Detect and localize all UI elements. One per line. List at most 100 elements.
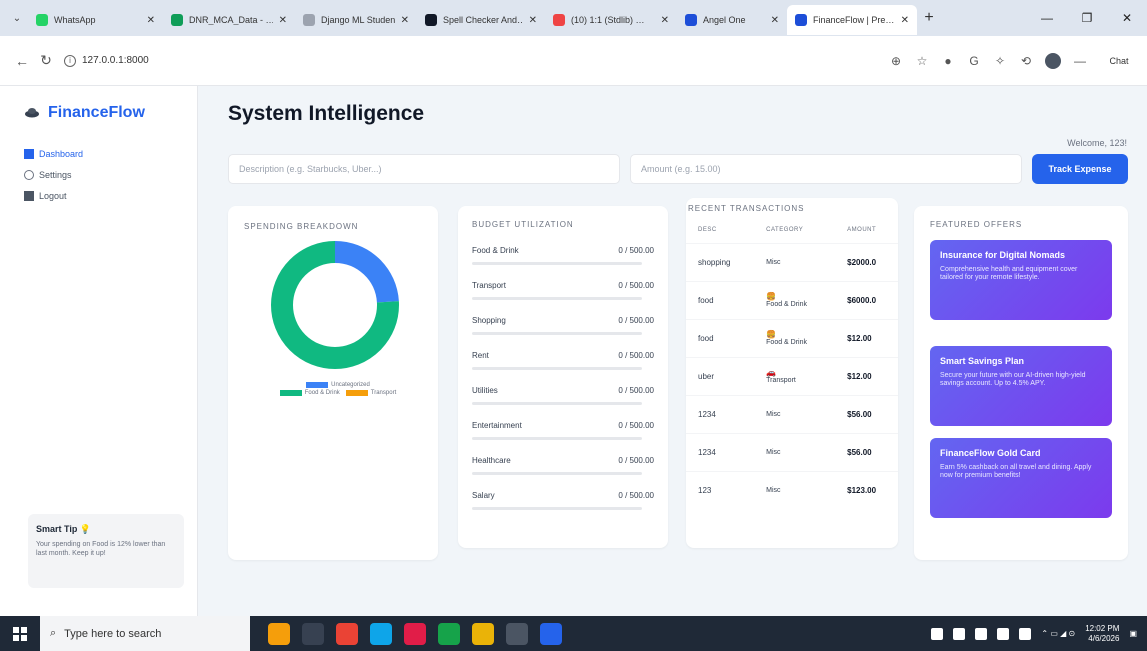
new-tab-button[interactable]: +	[917, 9, 941, 27]
browser-tab[interactable]: Angel One ✕	[677, 5, 787, 35]
app-icon[interactable]	[438, 622, 460, 645]
table-row[interactable]: shopping Misc $2000.0	[686, 243, 898, 282]
smart-tip-title: Smart Tip 💡	[36, 524, 92, 534]
close-icon[interactable]: ✕	[1107, 0, 1147, 36]
edge-icon[interactable]	[370, 622, 392, 645]
settings-tray-icon[interactable]	[1019, 627, 1032, 640]
offer-description: Comprehensive health and equipment cover…	[940, 266, 1078, 281]
meet-icon[interactable]	[975, 627, 988, 640]
sidebar-item-settings[interactable]: Settings	[24, 167, 83, 183]
budget-progress-bar	[472, 472, 642, 475]
app-launcher-icon[interactable]	[540, 622, 562, 645]
legend-item[interactable]: Transport	[345, 390, 396, 396]
network-icon[interactable]: ⌃ ▭ ◢ ⊙	[1041, 629, 1075, 638]
browser-tab[interactable]: (10) 1:1 (Stdlib) … ✕	[545, 5, 677, 35]
camera-icon[interactable]	[953, 627, 966, 640]
puzzle-icon[interactable]: ✧	[993, 54, 1007, 68]
budget-category: Transport	[472, 281, 506, 290]
browser-tab[interactable]: FinanceFlow | Pre… ✕	[787, 5, 917, 35]
track-expense-button[interactable]: Track Expense	[1032, 154, 1128, 184]
sidebar-item-logout[interactable]: Logout	[24, 188, 83, 204]
transaction-category-cell: Misc	[754, 395, 836, 434]
offer-card[interactable]: Smart Savings Plan Secure your future wit…	[930, 346, 1112, 426]
transaction-amount: $56.00	[835, 433, 898, 472]
taskbar-search[interactable]: ⌕ Type here to search	[40, 616, 250, 651]
offer-title: FinanceFlow Gold Card	[940, 448, 1041, 458]
table-row[interactable]: 123 Misc $123.00	[686, 471, 898, 510]
browser-tab[interactable]: Spell Checker And… ✕	[417, 5, 545, 35]
recent-transactions-card: RECENT TRANSACTIONS DESC CATEGORY AMOUNT…	[686, 198, 898, 548]
tab-close-icon[interactable]: ✕	[901, 15, 909, 26]
amount-input[interactable]	[630, 154, 1022, 184]
weather-icon[interactable]	[268, 622, 290, 645]
file-explorer-icon[interactable]	[472, 622, 494, 645]
tab-search-icon[interactable]: ⌄	[6, 7, 28, 29]
tab-favicon-icon	[425, 14, 437, 26]
browser-tab[interactable]: Django ML Studen… ✕	[295, 5, 417, 35]
table-row[interactable]: 1234 Misc $56.00	[686, 433, 898, 472]
chrome-icon[interactable]	[336, 622, 358, 645]
mail-icon[interactable]	[997, 627, 1010, 640]
task-view-icon[interactable]	[302, 622, 324, 645]
tab-favicon-icon	[795, 14, 807, 26]
tab-close-icon[interactable]: ✕	[771, 15, 779, 26]
tab-close-icon[interactable]: ✕	[147, 15, 155, 26]
chat-button[interactable]: Chat	[1099, 54, 1139, 68]
profile-avatar[interactable]	[1045, 53, 1061, 69]
transaction-category-cell: 🚗 Transport	[754, 357, 836, 396]
spending-breakdown-card: SPENDING BREAKDOWN Uncategorized Food & …	[228, 206, 438, 560]
column-header-category: CATEGORY	[766, 227, 804, 233]
browser-tab[interactable]: DNR_MCA_Data - … ✕	[163, 5, 295, 35]
reload-icon[interactable]: ↻	[34, 52, 58, 69]
brand[interactable]: FinanceFlow	[24, 104, 145, 122]
sidebar-item-dashboard[interactable]: Dashboard	[24, 146, 83, 162]
transaction-category-cell: Misc	[754, 471, 836, 510]
description-input[interactable]	[228, 154, 620, 184]
google-icon[interactable]: G	[967, 54, 981, 68]
budget-row: Healthcare 0 / 500.00	[472, 443, 654, 478]
zoom-icon[interactable]: ⊕	[889, 54, 903, 68]
clock[interactable]: 12:02 PM 4/6/2026	[1085, 624, 1119, 644]
transaction-category-cell: Misc	[754, 433, 836, 472]
logout-icon	[24, 191, 34, 201]
budget-row: Rent 0 / 500.00	[472, 338, 654, 373]
transaction-desc: food	[686, 281, 755, 320]
legend-item[interactable]: Food & Drink	[279, 390, 340, 396]
notification-icon[interactable]: ▣	[1129, 629, 1137, 638]
taskbar-search-text: Type here to search	[64, 627, 162, 640]
transaction-category: Misc	[766, 258, 781, 266]
tab-close-icon[interactable]: ✕	[529, 15, 537, 26]
table-row[interactable]: uber 🚗 Transport $12.00	[686, 357, 898, 396]
windows-start-icon[interactable]	[0, 616, 40, 651]
table-row[interactable]: food 🍔 Food & Drink $12.00	[686, 319, 898, 358]
menu-icon[interactable]: —	[1073, 54, 1087, 68]
star-icon[interactable]: ☆	[915, 54, 929, 68]
brand-name: FinanceFlow	[48, 104, 145, 121]
extension-icon[interactable]: ●	[941, 54, 955, 68]
tray-app-icon[interactable]	[931, 627, 944, 640]
info-icon[interactable]: i	[64, 54, 76, 67]
tab-title: FinanceFlow | Pre…	[813, 15, 895, 25]
tab-close-icon[interactable]: ✕	[401, 15, 409, 26]
table-row[interactable]: 1234 Misc $56.00	[686, 395, 898, 434]
history-icon[interactable]: ⟲	[1019, 54, 1033, 68]
wps-icon[interactable]	[404, 622, 426, 645]
table-row[interactable]: food 🍔 Food & Drink $6000.0	[686, 281, 898, 320]
transaction-desc: uber	[686, 357, 755, 396]
offer-card[interactable]: FinanceFlow Gold Card Earn 5% cashback on…	[930, 438, 1112, 518]
offer-card[interactable]: Insurance for Digital Nomads Comprehensiv…	[930, 240, 1112, 320]
url-field[interactable]: i 127.0.0.1:8000	[64, 54, 149, 67]
legend-item[interactable]: Uncategorized	[306, 382, 370, 388]
burger-icon: 🍔	[766, 291, 777, 301]
minimize-icon[interactable]: —	[1027, 0, 1067, 36]
transaction-desc: shopping	[686, 243, 755, 282]
url-text[interactable]: 127.0.0.1:8000	[82, 55, 149, 66]
browser-tab[interactable]: WhatsApp ✕	[28, 5, 163, 35]
maximize-icon[interactable]: ❐	[1067, 0, 1107, 36]
tab-close-icon[interactable]: ✕	[661, 15, 669, 26]
back-icon[interactable]: ←	[10, 53, 34, 69]
tab-close-icon[interactable]: ✕	[279, 15, 287, 26]
terminal-icon[interactable]	[506, 622, 528, 645]
budget-category: Rent	[472, 351, 489, 360]
tab-favicon-icon	[36, 14, 48, 26]
